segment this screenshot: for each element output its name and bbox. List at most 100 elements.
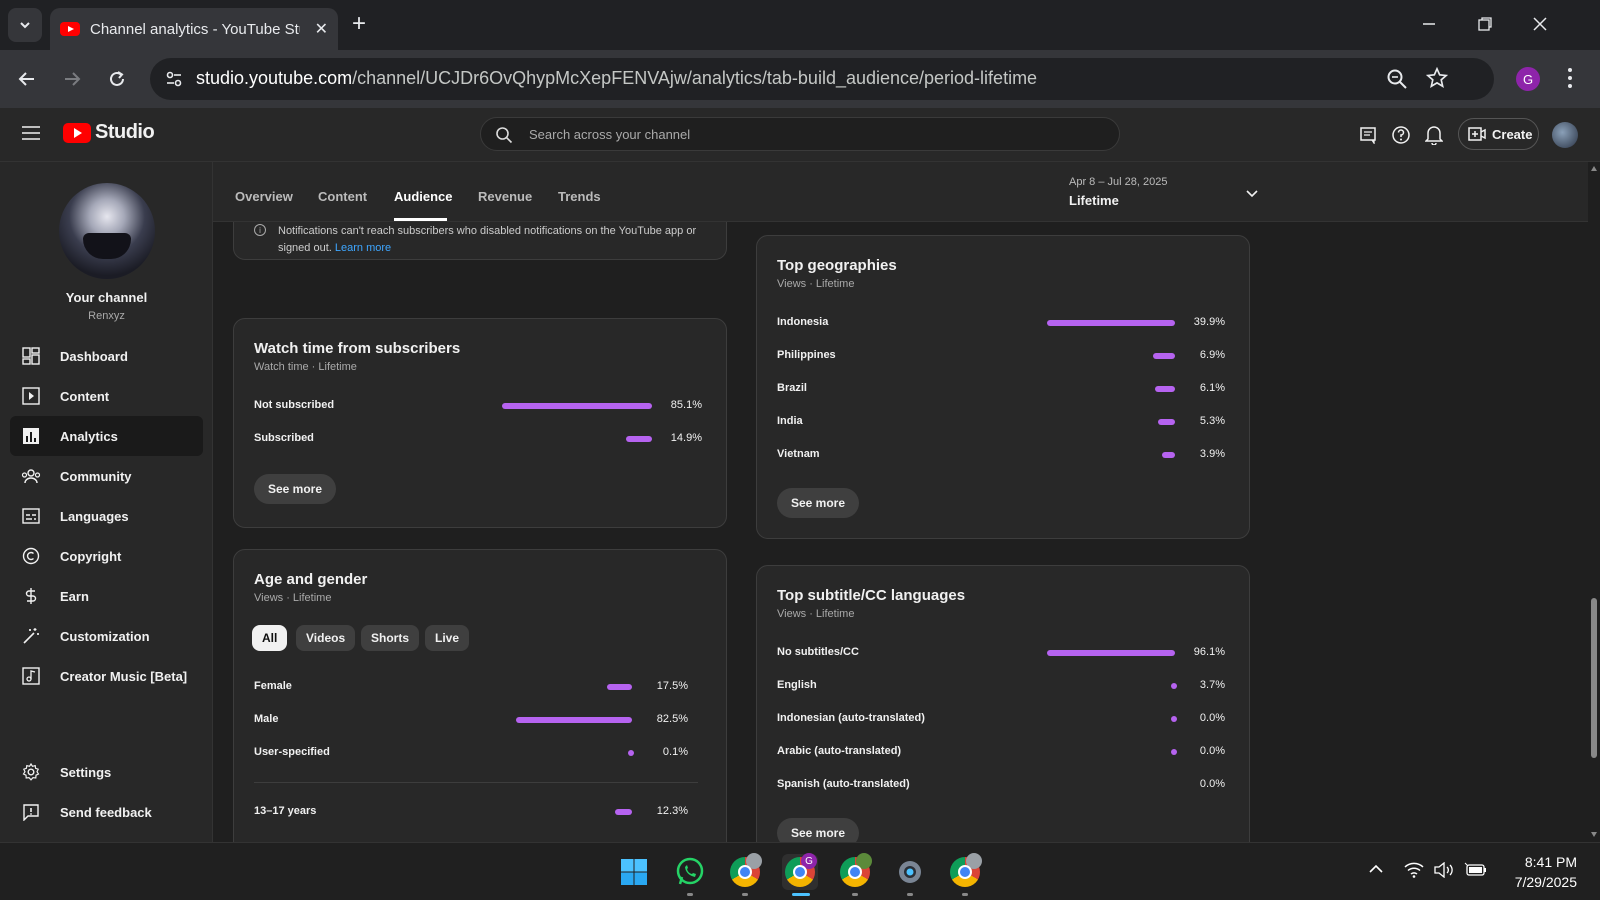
zoom-icon[interactable] (1386, 68, 1408, 95)
list-item: Female 17.5% (254, 678, 694, 696)
percentage-bar (515, 717, 632, 723)
tab-audience[interactable]: Audience (394, 189, 453, 204)
minimize-button[interactable] (1413, 10, 1445, 38)
app-running-indicator (852, 893, 858, 896)
row-value: 14.9% (670, 432, 702, 444)
row-value: 6.1% (1199, 382, 1225, 394)
sidebar-item-analytics[interactable]: Analytics (10, 416, 203, 456)
card-subtitle: Views · Lifetime (777, 608, 855, 620)
row-label: India (777, 415, 803, 427)
close-window-button[interactable] (1524, 10, 1556, 38)
filter-chip-live[interactable]: Live (425, 625, 470, 651)
page-scrollbar[interactable] (1588, 162, 1600, 842)
list-item: English 3.7% (777, 677, 1225, 695)
sidebar-item-creator-music[interactable]: Creator Music [Beta] (10, 656, 203, 696)
sidebar-item-languages[interactable]: Languages (10, 496, 203, 536)
sidebar-item-send-feedback[interactable]: Send feedback (10, 792, 203, 832)
create-button-label: Create (1492, 126, 1533, 142)
scroll-up-icon[interactable] (1591, 166, 1597, 171)
card-subtitle: Views · Lifetime (254, 592, 332, 604)
sidebar-item-settings[interactable]: Settings (10, 752, 203, 792)
chevron-down-icon (20, 22, 30, 29)
youtube-favicon-icon (60, 22, 80, 36)
account-avatar[interactable] (1552, 122, 1578, 148)
percentage-bar (1171, 716, 1177, 722)
messages-icon[interactable] (1356, 123, 1380, 147)
row-label: No subtitles/CC (777, 646, 859, 658)
see-more-button[interactable]: See more (777, 818, 860, 842)
close-icon (1533, 17, 1547, 31)
create-button[interactable]: Create (1458, 118, 1539, 150)
sidebar-item-label: Send feedback (60, 804, 152, 820)
forward-button[interactable] (57, 64, 87, 94)
app-running-indicator (907, 893, 913, 896)
list-item: Spanish (auto-translated) 0.0% (777, 776, 1225, 794)
settings-icon[interactable] (892, 854, 928, 890)
sidebar-item-copyright[interactable]: Copyright (10, 536, 203, 576)
row-label: Indonesian (auto-translated) (777, 712, 925, 724)
back-button[interactable] (12, 64, 42, 94)
list-item: 13–17 years 12.3% (254, 803, 694, 821)
address-bar[interactable]: studio.youtube.com/channel/UCJDr6OvQhypM… (150, 58, 1494, 100)
scroll-down-icon[interactable] (1591, 832, 1597, 837)
app-running-indicator (962, 893, 968, 896)
filter-chip-all[interactable]: All (252, 625, 288, 651)
percentage-bar (1047, 650, 1175, 656)
see-more-button[interactable]: See more (254, 474, 337, 504)
browser-menu-icon[interactable] (1567, 67, 1573, 94)
chrome-icon[interactable] (837, 853, 873, 890)
chevron-down-icon[interactable] (1245, 186, 1259, 204)
sidebar-item-customization[interactable]: Customization (10, 616, 203, 656)
new-tab-button[interactable]: + (352, 12, 366, 36)
divider (254, 782, 698, 783)
tab-search-button[interactable] (8, 8, 42, 42)
learn-more-link[interactable]: Learn more (335, 242, 391, 254)
scrollbar-thumb[interactable] (1591, 598, 1597, 758)
bookmark-star-icon[interactable] (1425, 66, 1449, 94)
windows-start-icon[interactable] (616, 854, 652, 890)
content-icon (21, 386, 41, 406)
system-clock[interactable]: 8:41 PM 7/29/2025 (1502, 852, 1577, 892)
battery-icon[interactable] (1464, 862, 1488, 883)
filter-chip-shorts[interactable]: Shorts (361, 625, 420, 651)
tab-content[interactable]: Content (318, 189, 367, 204)
filter-chip-videos[interactable]: Videos (296, 625, 356, 651)
volume-icon[interactable] (1434, 861, 1456, 883)
sidebar-item-dashboard[interactable]: Dashboard (10, 336, 203, 376)
browser-profile-avatar[interactable]: G (1516, 67, 1540, 91)
tab-trends[interactable]: Trends (558, 189, 601, 204)
youtube-logo-icon[interactable] (63, 123, 91, 143)
percentage-bar (1152, 353, 1175, 359)
restore-button[interactable] (1469, 10, 1501, 38)
chrome-profile-g-icon[interactable]: G (782, 853, 818, 890)
studio-logo-text[interactable]: Studio (95, 121, 155, 144)
community-icon (21, 466, 41, 486)
browser-tab[interactable]: Channel analytics - YouTube Studio ✕ (50, 8, 338, 50)
chrome-icon[interactable] (947, 853, 983, 890)
help-icon[interactable] (1389, 123, 1413, 147)
sidebar-item-community[interactable]: Community (10, 456, 203, 496)
close-tab-icon[interactable]: ✕ (315, 19, 328, 39)
hamburger-menu-icon[interactable] (22, 126, 40, 145)
whatsapp-icon[interactable] (672, 854, 708, 890)
tab-overview[interactable]: Overview (235, 189, 293, 204)
notifications-bell-icon[interactable] (1422, 123, 1446, 147)
site-info-icon[interactable] (164, 69, 184, 94)
forward-arrow-icon (65, 72, 81, 86)
show-hidden-icons-chevron-icon[interactable] (1368, 862, 1384, 880)
row-label: Female (254, 680, 292, 692)
reload-button[interactable] (102, 64, 132, 94)
age-gender-card: Age and gender Views · Lifetime All Vide… (233, 549, 727, 842)
notice-text: Notifications can't reach subscribers wh… (278, 225, 697, 254)
chrome-icon[interactable] (727, 853, 763, 890)
percentage-bar (607, 684, 632, 690)
channel-search-input[interactable]: Search across your channel (480, 117, 1120, 151)
sidebar-item-earn[interactable]: Earn (10, 576, 203, 616)
tab-revenue[interactable]: Revenue (478, 189, 532, 204)
see-more-button[interactable]: See more (777, 488, 860, 518)
period-selector[interactable]: Apr 8 – Jul 28, 2025 Lifetime (1069, 176, 1269, 208)
channel-avatar[interactable] (59, 183, 155, 279)
sidebar-item-content[interactable]: Content (10, 376, 203, 416)
active-tab-underline (394, 218, 447, 221)
wifi-icon[interactable] (1404, 862, 1424, 883)
